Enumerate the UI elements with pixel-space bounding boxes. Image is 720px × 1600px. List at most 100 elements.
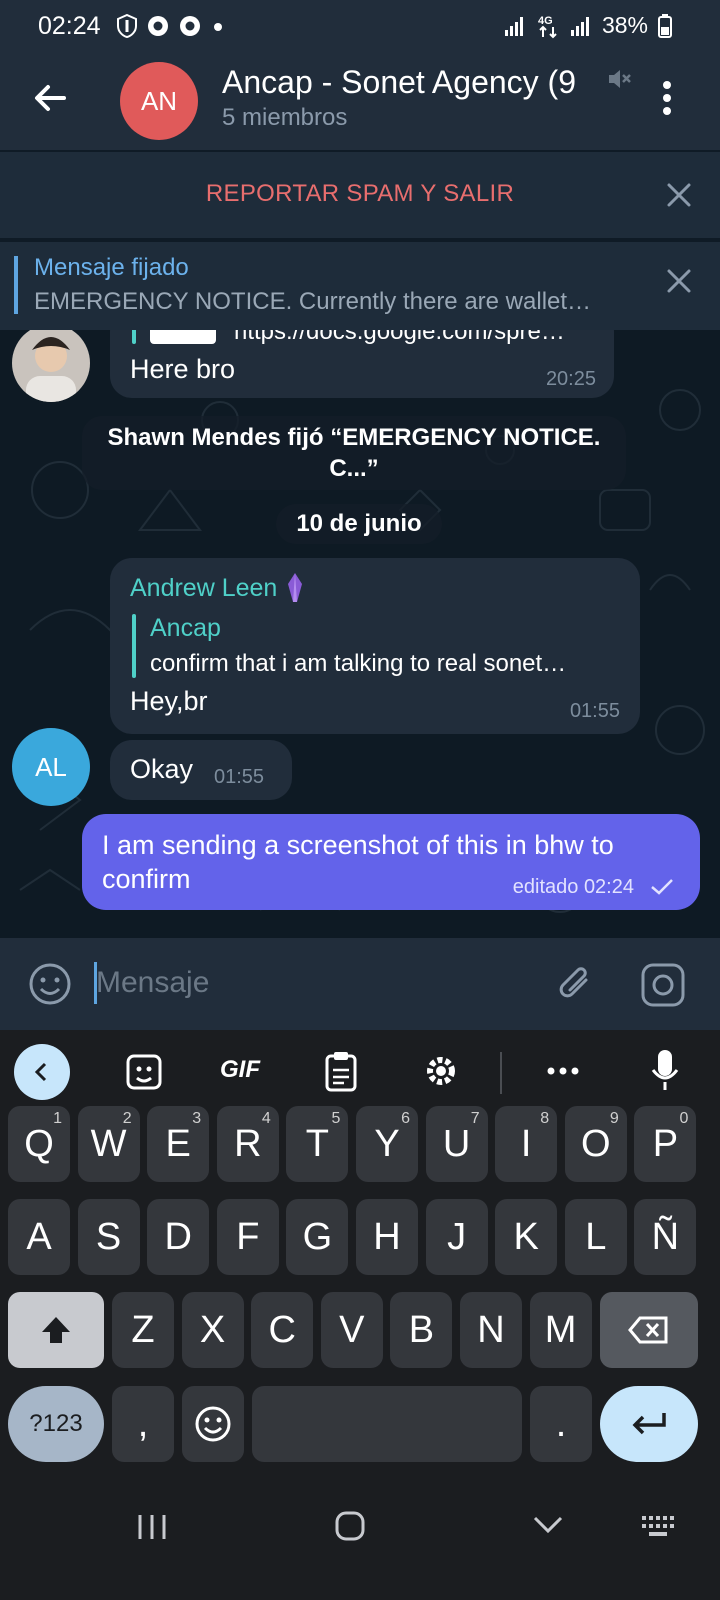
key-f[interactable]: F xyxy=(216,1199,279,1275)
pinned-message-bar[interactable]: Mensaje fijado EMERGENCY NOTICE. Current… xyxy=(0,242,720,330)
emoji-icon[interactable] xyxy=(28,962,72,1006)
group-avatar[interactable]: AN xyxy=(120,62,198,140)
keyboard-switch-icon[interactable] xyxy=(640,1512,678,1540)
key-j[interactable]: J xyxy=(425,1199,488,1275)
key-label: J xyxy=(447,1215,467,1258)
key-label: Ñ xyxy=(651,1215,680,1258)
pinned-text: EMERGENCY NOTICE. Currently there are wa… xyxy=(34,288,592,315)
close-icon[interactable] xyxy=(664,266,694,296)
key-p[interactable]: P0 xyxy=(634,1106,697,1182)
key-x[interactable]: X xyxy=(181,1292,244,1368)
message-text: Hey,br xyxy=(130,686,208,716)
message-time: 01:55 xyxy=(214,766,265,788)
key-hint: 8 xyxy=(540,1110,550,1127)
status-notification-icons xyxy=(116,14,226,38)
clipboard-icon[interactable] xyxy=(324,1050,358,1092)
crystal-emoji-icon xyxy=(288,573,303,602)
key-label: N xyxy=(477,1308,505,1351)
key-o[interactable]: O9 xyxy=(564,1106,627,1182)
key-b[interactable]: B xyxy=(390,1292,453,1368)
key-l[interactable]: L xyxy=(564,1199,627,1275)
svg-text:4G: 4G xyxy=(538,15,553,27)
key-t[interactable]: T5 xyxy=(286,1106,349,1182)
key-label: F xyxy=(236,1215,260,1258)
key-i[interactable]: I8 xyxy=(495,1106,558,1182)
report-spam-button[interactable]: REPORTAR SPAM Y SALIR xyxy=(0,180,720,208)
key-s[interactable]: S xyxy=(77,1199,140,1275)
key-u[interactable]: U7 xyxy=(425,1106,488,1182)
key-hint: 2 xyxy=(122,1110,132,1127)
home-icon[interactable] xyxy=(334,1510,366,1542)
message-bubble[interactable]: Andrew Leen Ancap confirm that i am talk… xyxy=(110,558,640,734)
outgoing-message-bubble[interactable]: I am sending a screenshot of this in bhw… xyxy=(82,814,700,910)
key-v[interactable]: V xyxy=(320,1292,383,1368)
microphone-icon[interactable] xyxy=(650,1048,680,1094)
key-y[interactable]: Y6 xyxy=(356,1106,418,1182)
key-hint: 5 xyxy=(331,1110,341,1127)
gear-icon[interactable] xyxy=(422,1052,460,1090)
camera-icon[interactable] xyxy=(640,962,686,1008)
key-label: Q xyxy=(24,1122,54,1165)
symbols-key[interactable]: ?123 xyxy=(8,1386,104,1462)
key-e[interactable]: E3 xyxy=(147,1106,210,1182)
recent-apps-icon[interactable] xyxy=(136,1512,168,1542)
message-input[interactable]: Mensaje xyxy=(96,966,209,1000)
key-g[interactable]: G xyxy=(286,1199,349,1275)
shield-icon xyxy=(117,14,137,38)
message-bubble[interactable]: https://docs.google.com/spre… Here bro 2… xyxy=(110,330,614,398)
backspace-key[interactable] xyxy=(600,1292,698,1368)
comma-key[interactable]: , xyxy=(112,1386,174,1462)
status-time: 02:24 xyxy=(38,12,101,40)
key-a[interactable]: A xyxy=(8,1199,70,1275)
sender-avatar-photo[interactable] xyxy=(12,330,90,402)
gif-button[interactable]: GIF xyxy=(220,1056,260,1084)
date-divider: 10 de junio xyxy=(276,504,442,544)
sender-avatar[interactable]: AL xyxy=(12,728,90,806)
key-ñ[interactable]: Ñ xyxy=(634,1199,697,1275)
chat-area[interactable]: https://docs.google.com/spre… Here bro 2… xyxy=(0,330,720,938)
key-z[interactable]: Z xyxy=(112,1292,174,1368)
symbols-key-label: ?123 xyxy=(29,1410,83,1437)
key-k[interactable]: K xyxy=(495,1199,558,1275)
key-label: H xyxy=(373,1215,401,1258)
shift-key[interactable] xyxy=(8,1292,104,1368)
key-w[interactable]: W2 xyxy=(77,1106,140,1182)
key-label: Y xyxy=(374,1122,400,1165)
key-q[interactable]: Q1 xyxy=(8,1106,70,1182)
attach-icon[interactable] xyxy=(556,962,596,1006)
link-preview-text[interactable]: https://docs.google.com/spre… xyxy=(234,330,565,346)
key-label: B xyxy=(408,1308,435,1351)
key-h[interactable]: H xyxy=(356,1199,418,1275)
hide-keyboard-icon[interactable] xyxy=(532,1514,564,1536)
space-key[interactable] xyxy=(252,1386,522,1462)
link-thumbnail xyxy=(150,330,216,344)
more-options-icon[interactable] xyxy=(660,80,674,116)
chrome-icon xyxy=(148,16,168,36)
key-n[interactable]: N xyxy=(460,1292,522,1368)
emoji-key[interactable] xyxy=(182,1386,244,1462)
key-c[interactable]: C xyxy=(251,1292,314,1368)
sticker-icon[interactable] xyxy=(124,1052,164,1092)
key-d[interactable]: D xyxy=(147,1199,210,1275)
key-hint: 9 xyxy=(609,1110,619,1127)
key-label: P xyxy=(652,1122,679,1165)
enter-arrow-icon xyxy=(632,1413,666,1435)
key-label: V xyxy=(339,1308,365,1351)
collapse-toolbar-button[interactable] xyxy=(14,1044,70,1100)
close-icon[interactable] xyxy=(664,180,694,210)
key-r[interactable]: R4 xyxy=(216,1106,279,1182)
backspace-icon xyxy=(628,1316,668,1344)
back-arrow-icon[interactable] xyxy=(30,78,70,118)
report-spam-bar: REPORTAR SPAM Y SALIR xyxy=(0,152,720,238)
chat-title[interactable]: Ancap - Sonet Agency (9 xyxy=(222,64,602,101)
more-horizontal-icon[interactable] xyxy=(546,1066,580,1076)
period-key[interactable]: . xyxy=(530,1386,592,1462)
avatar-initials: AL xyxy=(35,751,67,782)
message-bubble[interactable]: Okay 01:55 xyxy=(110,740,292,800)
date-text: 10 de junio xyxy=(296,510,422,537)
quote-text[interactable]: confirm that i am talking to real sonet… xyxy=(150,650,566,678)
pinned-indicator xyxy=(14,256,18,314)
key-m[interactable]: M xyxy=(529,1292,592,1368)
enter-key[interactable] xyxy=(600,1386,698,1462)
shift-icon xyxy=(42,1317,70,1343)
